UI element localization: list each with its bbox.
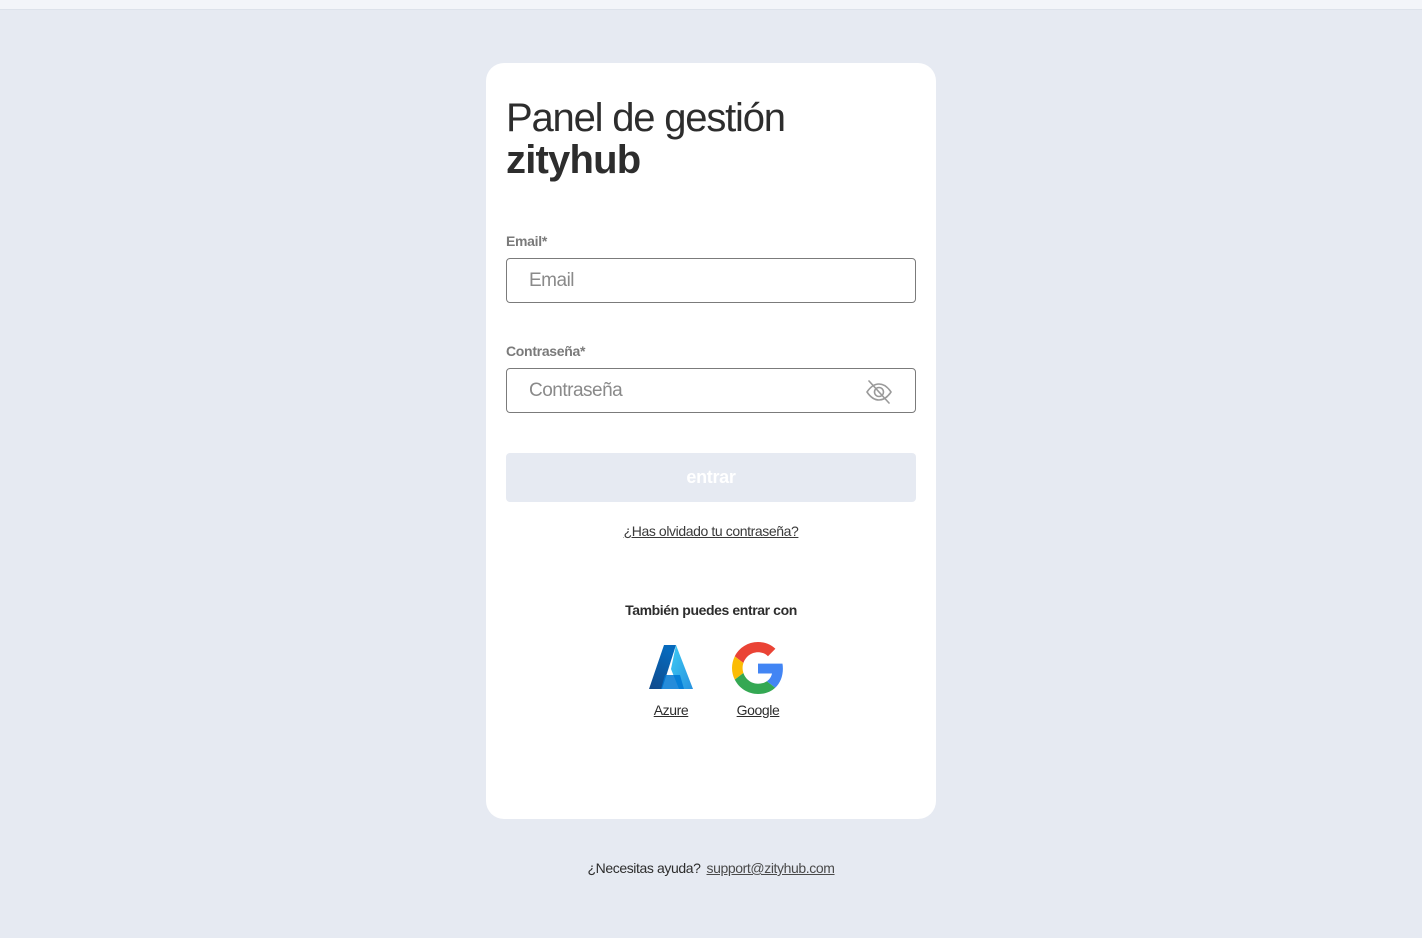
email-label: Email* [506, 233, 547, 249]
brand-name: zityhub [506, 138, 641, 182]
page-title: Panel de gestión [506, 96, 786, 140]
login-card: Panel de gestión zityhub Email* Contrase… [486, 63, 936, 819]
help-text: ¿Necesitas ayuda? [587, 860, 701, 876]
password-input[interactable] [506, 368, 916, 413]
help-footer: ¿Necesitas ayuda? support@zityhub.com [0, 860, 1422, 876]
eye-off-icon[interactable] [864, 377, 894, 407]
google-logo-icon [732, 642, 783, 694]
submit-button[interactable]: entrar [506, 453, 916, 502]
azure-login-button[interactable]: Azure [631, 642, 711, 718]
forgot-password-link[interactable]: ¿Has olvidado tu contraseña? [486, 523, 936, 539]
password-label: Contraseña* [506, 343, 586, 359]
sso-heading: También puedes entrar con [625, 602, 797, 618]
browser-top-strip [0, 0, 1422, 10]
email-input[interactable] [506, 258, 916, 303]
azure-label: Azure [653, 702, 689, 718]
google-login-button[interactable]: Google [718, 642, 798, 718]
google-label: Google [736, 702, 780, 718]
azure-logo-icon [649, 645, 693, 689]
support-email-link[interactable]: support@zityhub.com [707, 860, 835, 876]
